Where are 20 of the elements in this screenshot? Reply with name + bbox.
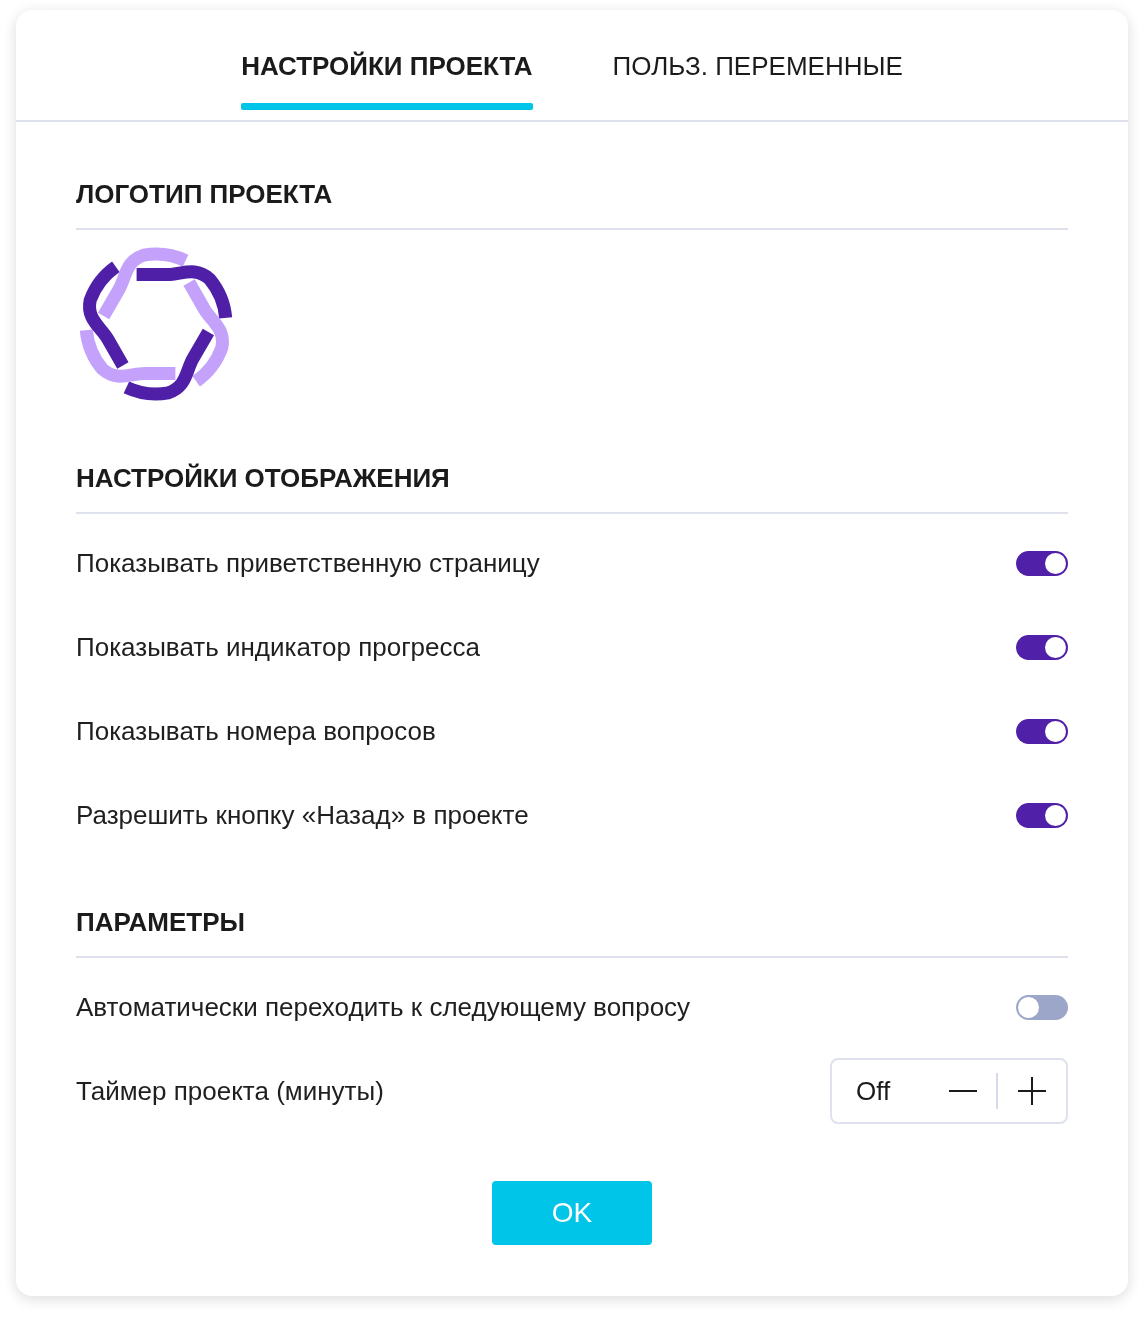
option-label: Показывать индикатор прогресса (76, 631, 480, 663)
toggle-switch[interactable] (1016, 634, 1068, 660)
option-label: Показывать приветственную страницу (76, 547, 540, 579)
section-title: НАСТРОЙКИ ОТОБРАЖЕНИЯ (76, 462, 451, 494)
toggle-switch[interactable] (1016, 994, 1068, 1020)
timer-stepper[interactable]: Off (830, 1058, 1068, 1124)
toggle-switch[interactable] (1016, 718, 1068, 744)
option-label: Таймер проекта (минуты) (76, 1075, 384, 1107)
plus-icon (1018, 1077, 1046, 1105)
stepper-value: Off (855, 1075, 892, 1107)
toggle-switch[interactable] (1016, 802, 1068, 828)
tab[interactable]: ПОЛЬЗ. ПЕРЕМЕННЫЕ (612, 10, 903, 120)
option-label: Показывать номера вопросов (76, 715, 436, 747)
option-label: Разрешить кнопку «Назад» в проекте (76, 799, 529, 831)
toggle-switch[interactable] (1016, 550, 1068, 576)
tab[interactable]: НАСТРОЙКИ ПРОЕКТА (241, 10, 533, 120)
section-title: ЛОГОТИП ПРОЕКТА (76, 178, 334, 210)
minus-icon (949, 1090, 977, 1092)
option-label: Автоматически переходить к следующему вопросу (76, 991, 691, 1023)
section-title: ПАРАМЕТРЫ (76, 906, 246, 938)
